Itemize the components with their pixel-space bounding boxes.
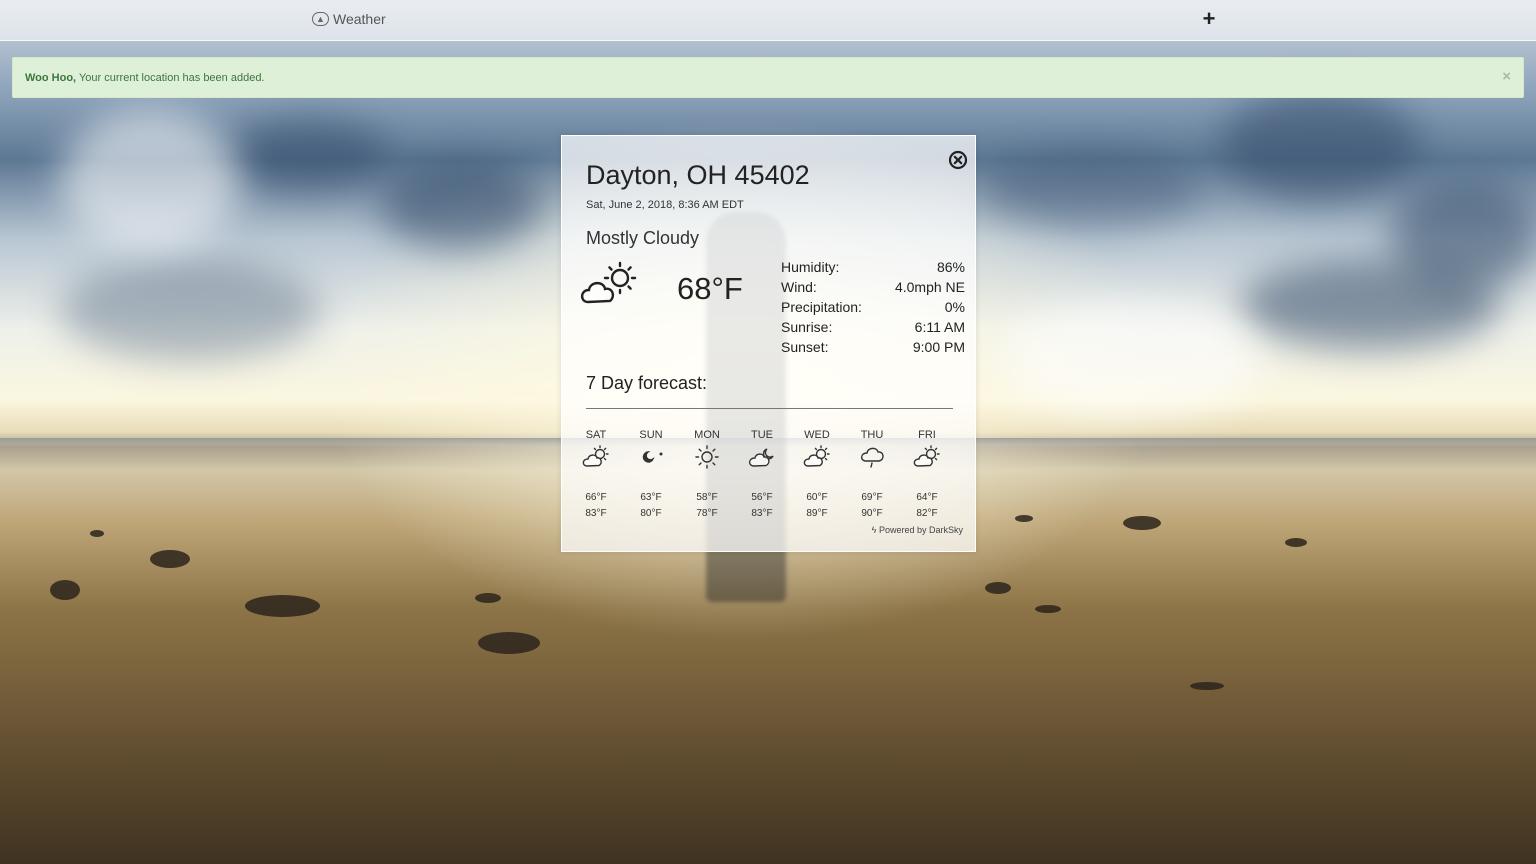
- day-low-temp: 69°F: [861, 492, 883, 503]
- stat-value: 86%: [936, 259, 965, 275]
- forecast-day: SUN 63°F 80°F: [634, 428, 668, 522]
- add-location-button[interactable]: +: [1199, 6, 1219, 32]
- forecast-list: SAT 66°F 83°F SUN 63°F 80°F MON 58°F 78°…: [582, 428, 952, 519]
- partly-cloudy-icon: [582, 445, 609, 467]
- stat-label: Sunset:: [781, 339, 829, 355]
- clear-day-icon: [695, 445, 719, 469]
- forecast-heading: 7 Day forecast:: [586, 373, 708, 393]
- day-low-temp: 63°F: [640, 492, 662, 503]
- stat-value: 4.0mph NE: [894, 279, 965, 295]
- forecast-day: TUE 56°F 83°F: [745, 428, 779, 522]
- day-name: WED: [804, 429, 830, 441]
- day-high-temp: 90°F: [861, 508, 883, 519]
- location-title: Dayton, OH 45402: [586, 160, 810, 190]
- day-name: MON: [694, 429, 720, 441]
- day-high-temp: 83°F: [751, 508, 773, 519]
- alert-close-button[interactable]: ×: [1502, 68, 1511, 85]
- stat-value: 9:00 PM: [912, 339, 965, 355]
- stat-precipitation: Precipitation: 0%: [781, 297, 965, 317]
- day-name: THU: [860, 429, 884, 441]
- observation-datetime: Sat, June 2, 2018, 8:36 AM EDT: [586, 199, 744, 211]
- stat-sunset: Sunset: 9:00 PM: [781, 337, 965, 357]
- day-low-temp: 60°F: [806, 492, 828, 503]
- day-high-temp: 89°F: [806, 508, 828, 519]
- close-circle-icon[interactable]: [948, 150, 968, 170]
- day-high-temp: 83°F: [585, 508, 607, 519]
- forecast-day: SAT 66°F 83°F: [579, 428, 613, 522]
- current-temperature: 68°F: [677, 271, 743, 306]
- stat-label: Wind:: [781, 279, 817, 295]
- day-name: TUE: [751, 429, 773, 441]
- brand-label: Weather: [333, 11, 386, 27]
- stat-value: 0%: [944, 299, 965, 315]
- day-low-temp: 56°F: [751, 492, 773, 503]
- forecast-day: WED 60°F 89°F: [800, 428, 834, 522]
- forecast-day: THU 69°F 90°F: [855, 428, 889, 522]
- forecast-day: FRI 64°F 82°F: [910, 428, 944, 522]
- alert-strong: Woo Hoo,: [25, 72, 77, 84]
- stat-label: Precipitation:: [781, 299, 862, 315]
- plus-icon: +: [1202, 6, 1216, 31]
- weather-card: Dayton, OH 45402 Sat, June 2, 2018, 8:36…: [561, 135, 976, 552]
- lightning-icon: ϟ: [871, 525, 877, 535]
- weather-stats: Humidity: 86% Wind: 4.0mph NE Precipitat…: [781, 257, 965, 357]
- partly-cloudy-night-icon: [748, 448, 774, 467]
- partly-cloudy-icon: [913, 445, 940, 467]
- alert-message: Woo Hoo, Your current location has been …: [25, 72, 265, 84]
- stat-humidity: Humidity: 86%: [781, 257, 965, 277]
- day-low-temp: 66°F: [585, 492, 607, 503]
- forecast-divider: [586, 408, 953, 409]
- day-low-temp: 64°F: [916, 492, 938, 503]
- stat-wind: Wind: 4.0mph NE: [781, 277, 965, 297]
- alert-body: Your current location has been added.: [76, 72, 265, 84]
- powered-by-label: Powered by DarkSky: [878, 525, 963, 535]
- partly-cloudy-icon: [803, 445, 830, 467]
- rain-icon: [860, 447, 884, 468]
- stat-label: Humidity:: [781, 259, 840, 275]
- success-alert: Woo Hoo, Your current location has been …: [12, 57, 1524, 98]
- partly-cloudy-day-icon: [580, 261, 637, 304]
- weather-logo-icon: ▲: [312, 12, 329, 26]
- day-name: SAT: [585, 429, 607, 441]
- day-low-temp: 58°F: [696, 492, 718, 503]
- stat-label: Sunrise:: [781, 319, 833, 335]
- brand-link[interactable]: ▲ Weather: [312, 11, 386, 27]
- clear-night-icon: [642, 451, 663, 463]
- stat-value: 6:11 AM: [914, 319, 965, 335]
- day-name: SUN: [639, 429, 663, 441]
- forecast-day: MON 58°F 78°F: [690, 428, 724, 522]
- powered-by-darksky[interactable]: ϟ Powered by DarkSky: [872, 525, 963, 535]
- current-condition: Mostly Cloudy: [586, 228, 700, 248]
- stat-sunrise: Sunrise: 6:11 AM: [781, 317, 965, 337]
- top-navbar: ▲ Weather +: [0, 0, 1536, 41]
- day-high-temp: 80°F: [640, 508, 662, 519]
- day-high-temp: 82°F: [916, 508, 938, 519]
- day-name: FRI: [918, 429, 936, 441]
- day-high-temp: 78°F: [696, 508, 718, 519]
